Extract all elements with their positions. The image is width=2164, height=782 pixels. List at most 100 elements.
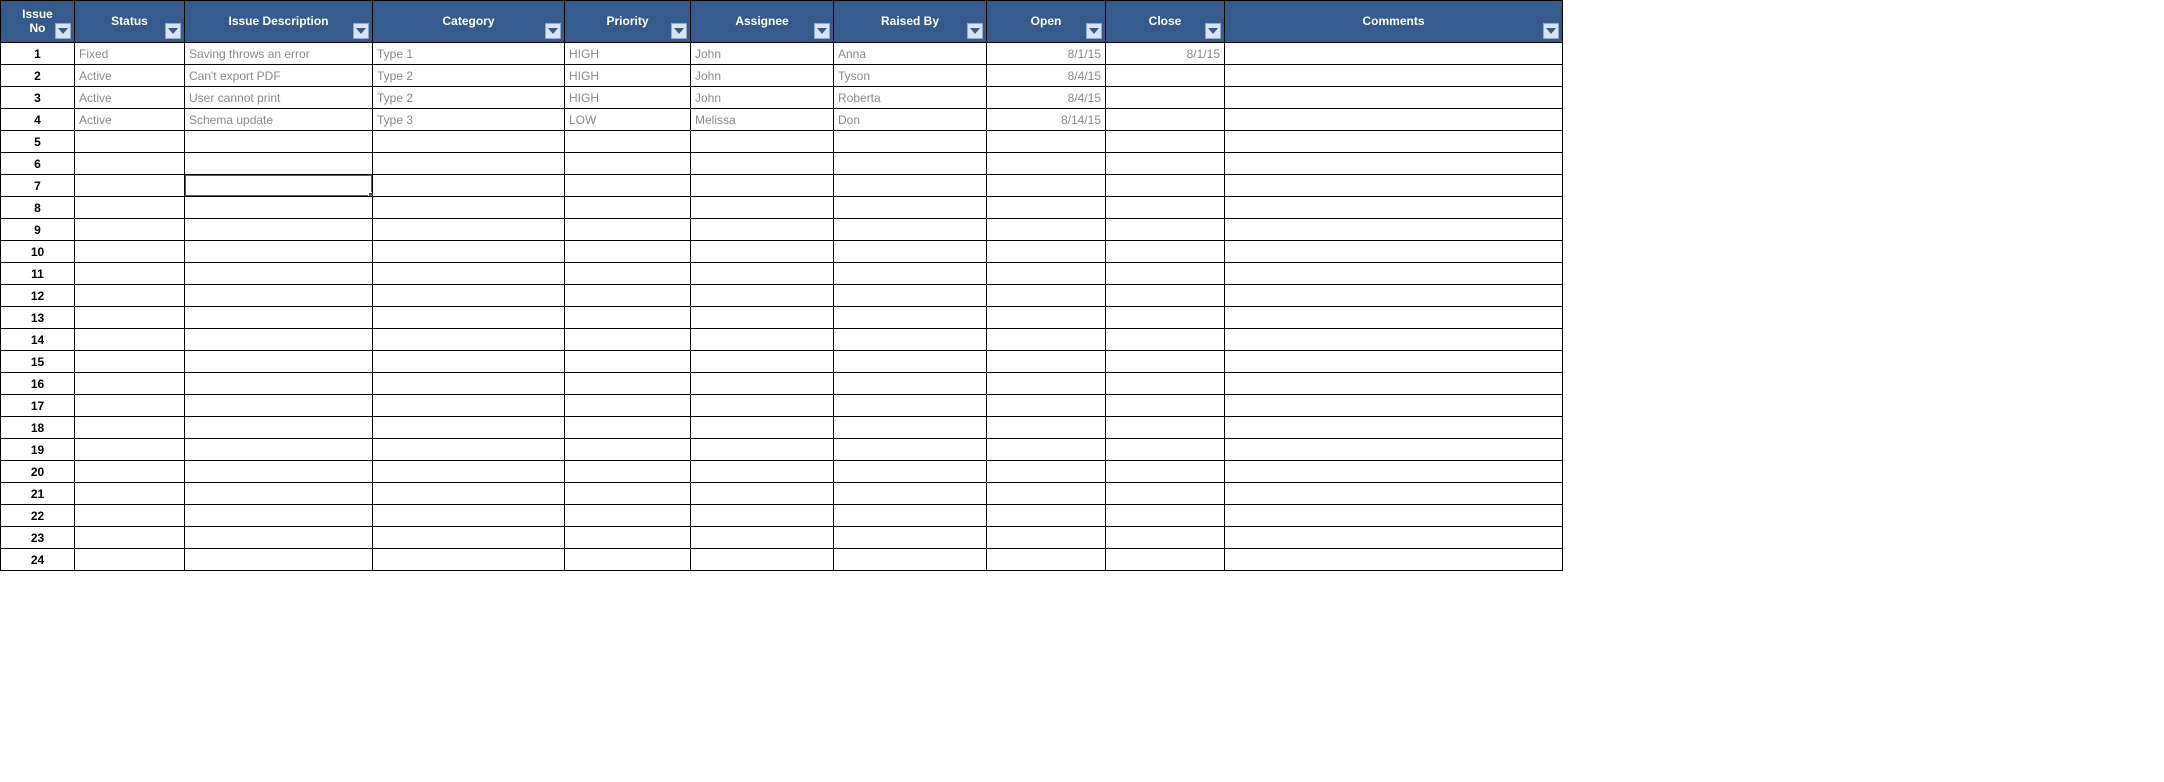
- cell-assignee[interactable]: [691, 351, 834, 373]
- cell-raised_by[interactable]: Roberta: [834, 87, 987, 109]
- cell-close[interactable]: [1106, 351, 1225, 373]
- cell-category[interactable]: [373, 197, 565, 219]
- cell-comments[interactable]: [1225, 263, 1563, 285]
- cell-desc[interactable]: [185, 439, 373, 461]
- cell-raised_by[interactable]: [834, 263, 987, 285]
- cell-desc[interactable]: Schema update: [185, 109, 373, 131]
- cell-desc[interactable]: [185, 175, 373, 197]
- filter-dropdown-icon[interactable]: [814, 23, 830, 39]
- column-header-assignee[interactable]: Assignee: [691, 1, 834, 43]
- cell-desc[interactable]: [185, 549, 373, 571]
- column-header-open[interactable]: Open: [987, 1, 1106, 43]
- cell-close[interactable]: [1106, 175, 1225, 197]
- column-header-raised_by[interactable]: Raised By: [834, 1, 987, 43]
- cell-close[interactable]: [1106, 153, 1225, 175]
- cell-issue_no[interactable]: 4: [1, 109, 75, 131]
- filter-dropdown-icon[interactable]: [671, 23, 687, 39]
- cell-status[interactable]: [75, 439, 185, 461]
- cell-issue_no[interactable]: 18: [1, 417, 75, 439]
- cell-issue_no[interactable]: 10: [1, 241, 75, 263]
- cell-desc[interactable]: [185, 197, 373, 219]
- cell-assignee[interactable]: [691, 285, 834, 307]
- cell-issue_no[interactable]: 7: [1, 175, 75, 197]
- cell-open[interactable]: [987, 241, 1106, 263]
- cell-issue_no[interactable]: 5: [1, 131, 75, 153]
- cell-comments[interactable]: [1225, 461, 1563, 483]
- cell-issue_no[interactable]: 20: [1, 461, 75, 483]
- column-header-status[interactable]: Status: [75, 1, 185, 43]
- cell-desc[interactable]: [185, 461, 373, 483]
- cell-issue_no[interactable]: 1: [1, 43, 75, 65]
- cell-desc[interactable]: [185, 263, 373, 285]
- cell-comments[interactable]: [1225, 417, 1563, 439]
- cell-comments[interactable]: [1225, 131, 1563, 153]
- cell-raised_by[interactable]: [834, 527, 987, 549]
- cell-assignee[interactable]: [691, 439, 834, 461]
- cell-comments[interactable]: [1225, 65, 1563, 87]
- cell-status[interactable]: Fixed: [75, 43, 185, 65]
- cell-assignee[interactable]: [691, 153, 834, 175]
- cell-desc[interactable]: [185, 527, 373, 549]
- cell-priority[interactable]: [565, 461, 691, 483]
- cell-close[interactable]: [1106, 549, 1225, 571]
- cell-open[interactable]: [987, 131, 1106, 153]
- cell-assignee[interactable]: [691, 197, 834, 219]
- cell-issue_no[interactable]: 2: [1, 65, 75, 87]
- cell-comments[interactable]: [1225, 351, 1563, 373]
- column-header-desc[interactable]: Issue Description: [185, 1, 373, 43]
- cell-category[interactable]: [373, 263, 565, 285]
- cell-category[interactable]: Type 2: [373, 65, 565, 87]
- cell-raised_by[interactable]: [834, 153, 987, 175]
- cell-priority[interactable]: [565, 285, 691, 307]
- cell-comments[interactable]: [1225, 329, 1563, 351]
- cell-issue_no[interactable]: 24: [1, 549, 75, 571]
- cell-open[interactable]: 8/4/15: [987, 87, 1106, 109]
- cell-assignee[interactable]: John: [691, 87, 834, 109]
- cell-status[interactable]: [75, 285, 185, 307]
- cell-close[interactable]: [1106, 131, 1225, 153]
- cell-comments[interactable]: [1225, 43, 1563, 65]
- cell-comments[interactable]: [1225, 109, 1563, 131]
- cell-raised_by[interactable]: Tyson: [834, 65, 987, 87]
- cell-comments[interactable]: [1225, 483, 1563, 505]
- cell-issue_no[interactable]: 11: [1, 263, 75, 285]
- filter-dropdown-icon[interactable]: [55, 23, 71, 39]
- cell-category[interactable]: Type 2: [373, 87, 565, 109]
- cell-issue_no[interactable]: 16: [1, 373, 75, 395]
- filter-dropdown-icon[interactable]: [1543, 23, 1559, 39]
- cell-comments[interactable]: [1225, 549, 1563, 571]
- cell-priority[interactable]: [565, 263, 691, 285]
- cell-close[interactable]: [1106, 373, 1225, 395]
- cell-raised_by[interactable]: [834, 483, 987, 505]
- filter-dropdown-icon[interactable]: [1086, 23, 1102, 39]
- filter-dropdown-icon[interactable]: [545, 23, 561, 39]
- cell-raised_by[interactable]: [834, 373, 987, 395]
- cell-assignee[interactable]: John: [691, 65, 834, 87]
- cell-comments[interactable]: [1225, 373, 1563, 395]
- cell-close[interactable]: 8/1/15: [1106, 43, 1225, 65]
- cell-category[interactable]: [373, 219, 565, 241]
- cell-status[interactable]: Active: [75, 87, 185, 109]
- cell-desc[interactable]: [185, 241, 373, 263]
- cell-category[interactable]: [373, 373, 565, 395]
- cell-open[interactable]: [987, 483, 1106, 505]
- cell-close[interactable]: [1106, 197, 1225, 219]
- cell-assignee[interactable]: John: [691, 43, 834, 65]
- cell-desc[interactable]: Can't export PDF: [185, 65, 373, 87]
- cell-issue_no[interactable]: 22: [1, 505, 75, 527]
- cell-category[interactable]: Type 1: [373, 43, 565, 65]
- cell-close[interactable]: [1106, 285, 1225, 307]
- cell-close[interactable]: [1106, 65, 1225, 87]
- cell-category[interactable]: [373, 153, 565, 175]
- cell-comments[interactable]: [1225, 505, 1563, 527]
- cell-comments[interactable]: [1225, 285, 1563, 307]
- cell-open[interactable]: [987, 285, 1106, 307]
- cell-category[interactable]: [373, 527, 565, 549]
- cell-raised_by[interactable]: [834, 395, 987, 417]
- cell-assignee[interactable]: [691, 461, 834, 483]
- cell-raised_by[interactable]: [834, 505, 987, 527]
- cell-desc[interactable]: [185, 219, 373, 241]
- cell-status[interactable]: [75, 241, 185, 263]
- cell-priority[interactable]: [565, 175, 691, 197]
- cell-raised_by[interactable]: [834, 219, 987, 241]
